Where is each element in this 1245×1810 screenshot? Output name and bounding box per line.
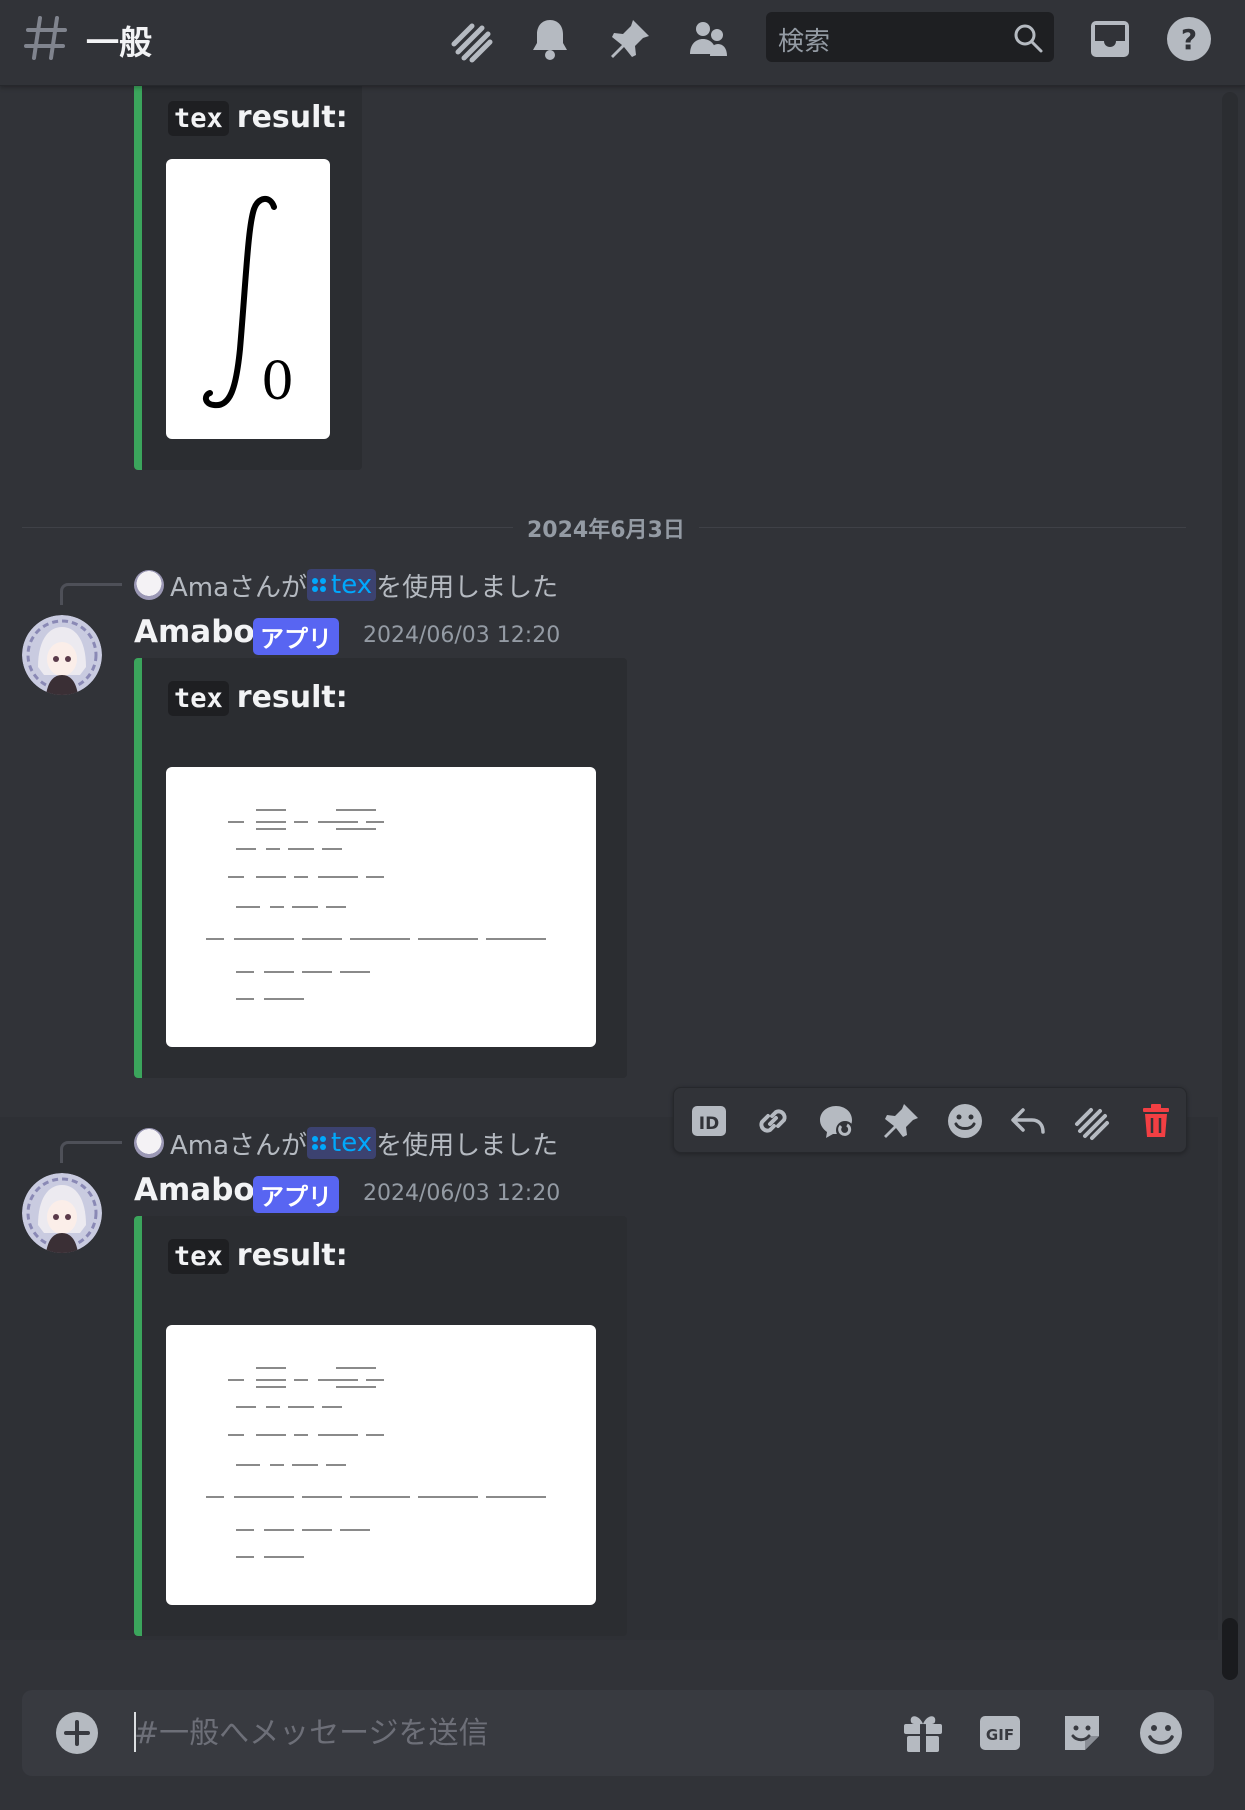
embed-title-text: result:	[236, 100, 348, 135]
timestamp[interactable]: 2024/06/03 12:20	[363, 1181, 560, 1206]
author-name[interactable]: Amabot	[134, 614, 270, 650]
embed-title-code: tex	[168, 1239, 229, 1274]
id-icon[interactable]: ID	[688, 1100, 730, 1142]
tex-result-image[interactable]	[166, 767, 596, 1047]
emoji-icon[interactable]	[1136, 1708, 1186, 1758]
gif-label: GIF	[986, 1726, 1014, 1744]
threads-icon[interactable]	[446, 14, 496, 64]
mention-reply-icon[interactable]	[816, 1100, 858, 1142]
date-divider: 2024年6月3日	[513, 512, 699, 544]
svg-text:?: ?	[1181, 23, 1197, 56]
command-icon	[312, 578, 327, 592]
pin-icon[interactable]	[605, 14, 655, 64]
command-name: tex	[331, 1128, 373, 1158]
sticker-icon[interactable]	[1057, 1708, 1107, 1758]
scrollbar-thumb[interactable]	[1222, 1618, 1238, 1680]
embed-title: tex result:	[168, 680, 348, 716]
gif-icon[interactable]: GIF	[977, 1708, 1023, 1758]
help-icon[interactable]: ?	[1164, 14, 1214, 64]
embed: tex result:	[134, 658, 627, 1078]
emoji-icon[interactable]	[944, 1100, 986, 1142]
embed-title-text: result:	[236, 680, 348, 715]
tex-result-image[interactable]	[166, 1325, 596, 1605]
user-mini-avatar	[134, 570, 164, 600]
hash-icon	[24, 16, 67, 60]
svg-text:ID: ID	[699, 1114, 719, 1134]
embed: tex result: 0	[134, 78, 362, 470]
embed: tex result:	[134, 1216, 627, 1636]
notification-bell-icon[interactable]	[525, 14, 575, 64]
avatar[interactable]	[22, 1173, 102, 1253]
user-mini-avatar	[134, 1128, 164, 1158]
trash-icon[interactable]	[1135, 1100, 1177, 1142]
embed-title-code: tex	[168, 101, 229, 136]
message-composer: #一般へメッセージを送信 GIF	[22, 1690, 1214, 1776]
scrollbar-track[interactable]	[1222, 92, 1238, 1680]
reply-icon[interactable]	[1007, 1100, 1049, 1142]
tex-result-image[interactable]: 0	[166, 159, 330, 439]
integral-formula-image: 0	[202, 196, 294, 412]
reply-spine	[60, 583, 122, 605]
reply-spine	[60, 1141, 122, 1163]
message-input[interactable]: #一般へメッセージを送信	[134, 1708, 489, 1752]
embed-title-text: result:	[236, 1238, 348, 1273]
app-badge: アプリ	[253, 1176, 339, 1213]
embed-title: tex result:	[168, 100, 348, 136]
command-name: tex	[331, 570, 373, 600]
timestamp[interactable]: 2024/06/03 12:20	[363, 623, 560, 648]
command-reference[interactable]: Amaさんが tex を使用しました	[134, 1126, 559, 1161]
inbox-icon[interactable]	[1085, 14, 1135, 64]
pin-icon[interactable]	[880, 1100, 922, 1142]
ref-user: Amaさんが	[170, 1130, 308, 1161]
command-chip[interactable]: tex	[307, 1127, 377, 1159]
ref-suffix: を使用しました	[376, 1130, 559, 1161]
command-icon	[312, 1136, 327, 1150]
ref-suffix: を使用しました	[376, 572, 559, 603]
tex-formula-image	[206, 809, 546, 1000]
message-action-toolbar: ID	[673, 1087, 1187, 1153]
author-name[interactable]: Amabot	[134, 1172, 270, 1208]
member-list-icon[interactable]	[684, 14, 734, 64]
app-badge: アプリ	[253, 618, 339, 655]
embed-title-code: tex	[168, 681, 229, 716]
thread-icon[interactable]	[1071, 1100, 1113, 1142]
embed-title: tex result:	[168, 1238, 348, 1274]
avatar[interactable]	[22, 615, 102, 695]
add-attachment-icon[interactable]	[54, 1710, 100, 1756]
channel-name: 一般	[86, 23, 152, 62]
search-placeholder: 検索	[778, 27, 831, 57]
ref-user: Amaさんが	[170, 572, 308, 603]
gift-icon[interactable]	[898, 1708, 948, 1758]
command-chip[interactable]: tex	[307, 569, 377, 601]
link-icon[interactable]	[752, 1100, 794, 1142]
search-input[interactable]: 検索	[766, 12, 1054, 62]
svg-text:0: 0	[261, 352, 294, 412]
channel-header: 一般 検索 ?	[0, 0, 1245, 86]
search-icon	[1014, 24, 1043, 53]
command-reference[interactable]: Amaさんが tex を使用しました	[134, 568, 559, 603]
tex-formula-image	[206, 1367, 546, 1558]
